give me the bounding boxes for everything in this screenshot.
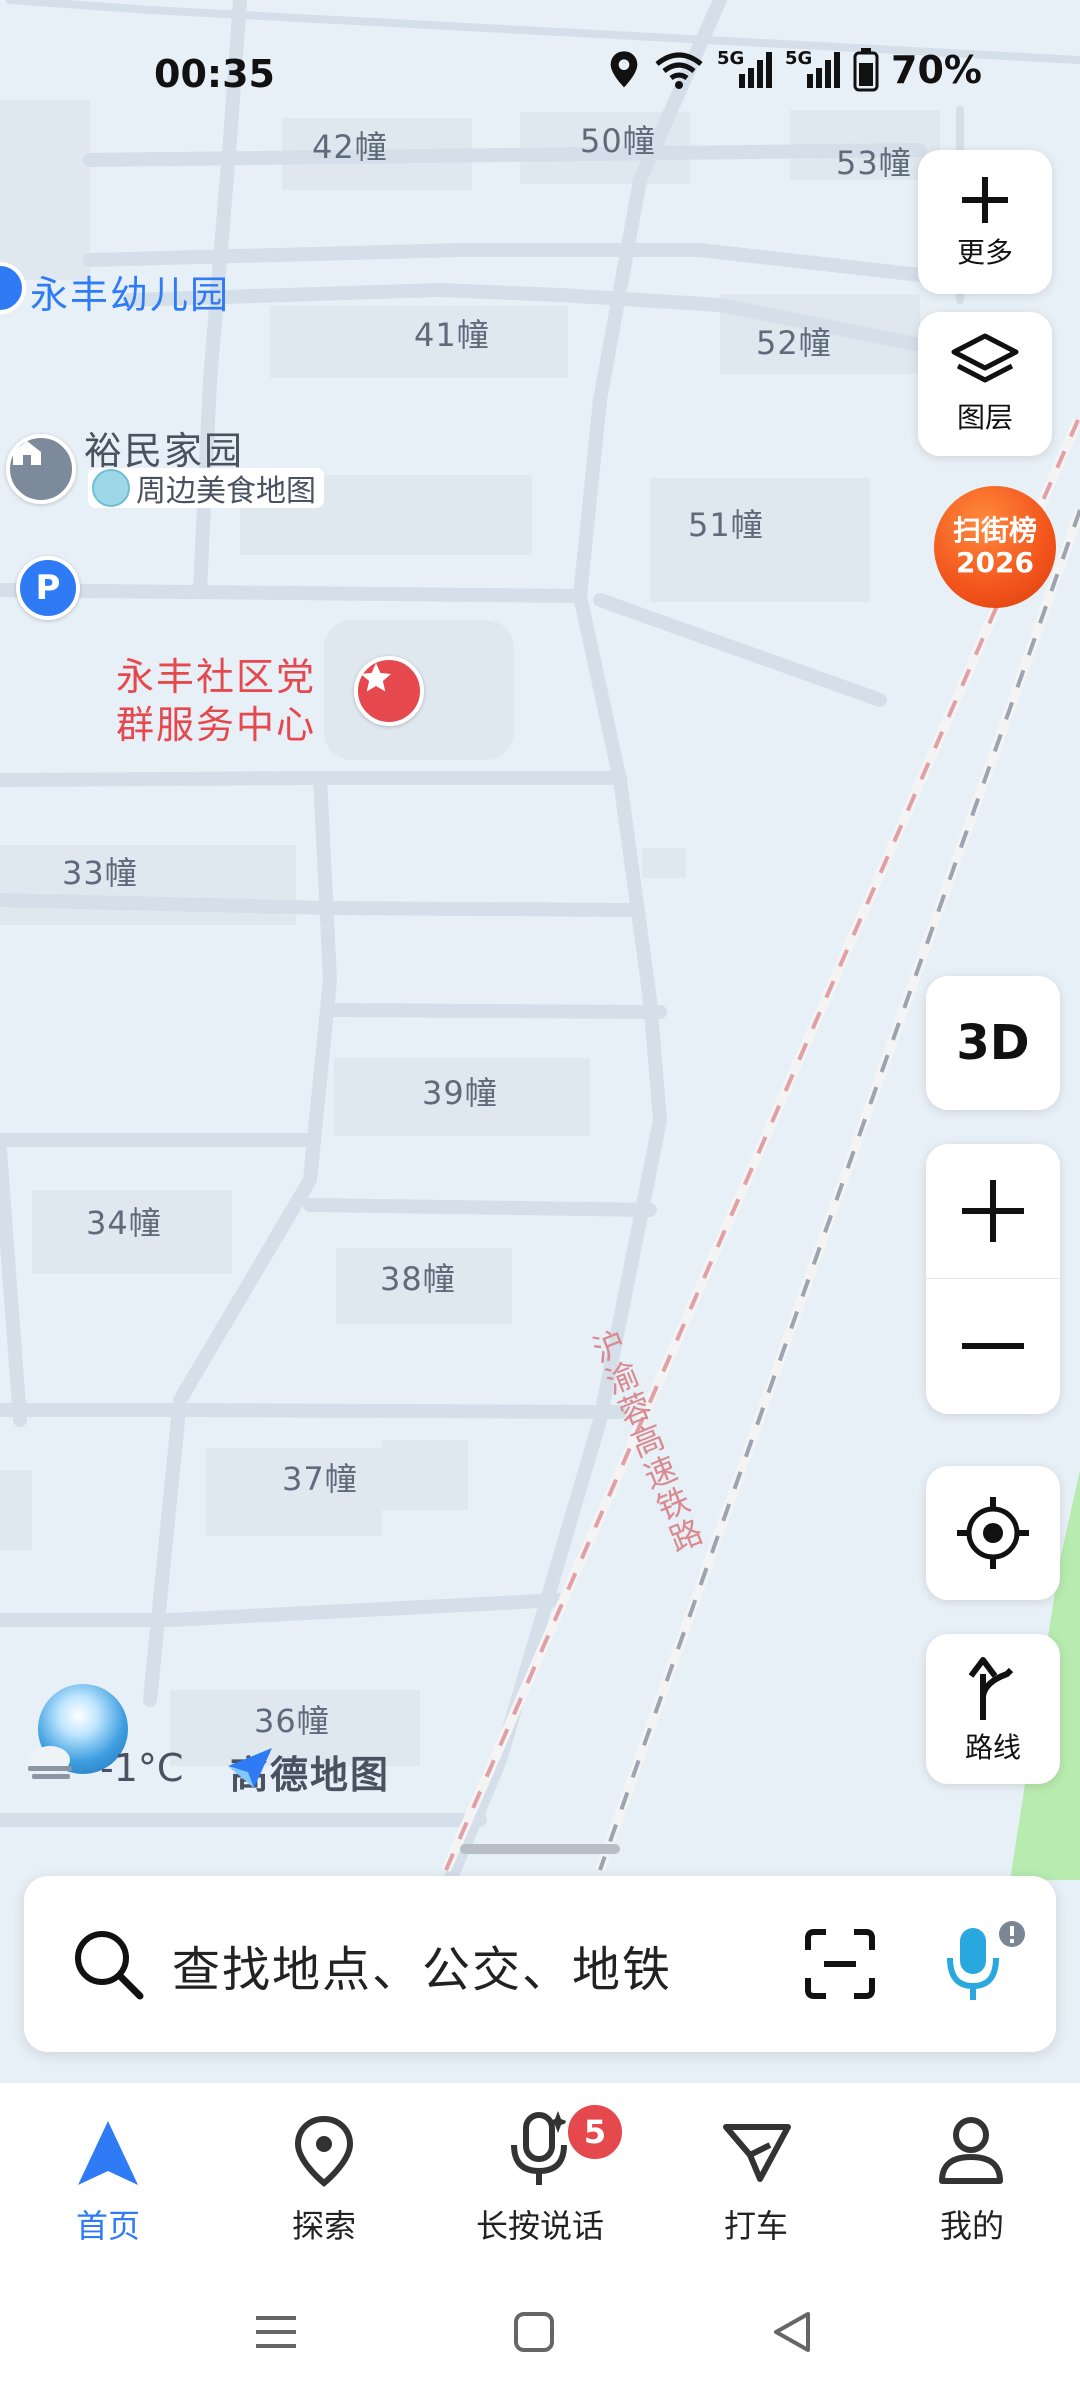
crosshair-icon [957, 1497, 1029, 1569]
system-nav-bar [0, 2260, 1080, 2400]
plus-icon [962, 1180, 1024, 1242]
building-label-37: 37幢 [282, 1460, 358, 1498]
search-bar[interactable]: 查找地点、公交、地铁 [24, 1876, 1056, 2052]
search-input[interactable]: 查找地点、公交、地铁 [172, 1930, 672, 2000]
status-time: 00:35 [154, 52, 275, 96]
microphone-icon [947, 1921, 1025, 2000]
minus-icon [962, 1343, 1024, 1349]
building-label-53: 53幢 [836, 144, 912, 182]
zoom-out-button[interactable] [926, 1279, 1060, 1413]
home-arrow-icon [78, 2121, 138, 2185]
service-center-label-line1[interactable]: 永丰社区党 [116, 646, 316, 701]
user-icon [939, 2117, 1003, 2184]
building-label-34: 34幢 [86, 1204, 162, 1242]
nav-item-explore[interactable]: 探索 [224, 2083, 424, 2261]
building-label-41: 41幢 [414, 316, 490, 354]
location-icon [610, 51, 638, 88]
battery-percent: 70% [891, 48, 982, 92]
cloud-icon [22, 1744, 82, 1782]
3d-label: 3D [956, 1015, 1030, 1071]
signal-icon-2: 5G [785, 48, 841, 90]
map-app: 42幢 50幢 53幢 41幢 52幢 51幢 33幢 39幢 34幢 38幢 … [0, 0, 1080, 2400]
layers-icon [951, 333, 1019, 383]
menu-icon[interactable] [254, 2312, 298, 2352]
service-center-label-line2[interactable]: 群服务中心 [116, 694, 316, 749]
nav-item-taxi[interactable]: 打车 [656, 2083, 856, 2261]
status-bar: 00:35 5G 5G 70% [0, 40, 1080, 110]
kindergarten-poi-label[interactable]: 永丰幼儿园 [30, 264, 230, 319]
signal-icon-1: 5G [717, 48, 773, 90]
nav-label-profile: 我的 [939, 2207, 1004, 2245]
voice-badge-count: 5 [583, 2113, 607, 2151]
service-center-star-icon[interactable] [354, 656, 424, 726]
weather-temp: -1°C [100, 1746, 184, 1790]
status-icons: 5G 5G 70% [607, 48, 982, 92]
nav-item-profile[interactable]: 我的 [872, 2083, 1072, 2261]
battery-icon [853, 48, 879, 92]
more-label: 更多 [956, 236, 1013, 269]
zoom-in-button[interactable] [926, 1144, 1060, 1279]
nav-item-home[interactable]: 首页 [8, 2083, 208, 2261]
route-icon [968, 1657, 1014, 1720]
building-label-50: 50幢 [580, 122, 656, 160]
back-triangle-icon[interactable] [770, 2310, 814, 2354]
amap-logo-icon [228, 1748, 272, 1788]
promo-badge[interactable]: 扫街榜 2026 [934, 486, 1056, 608]
taxi-icon [723, 2124, 791, 2182]
building-label-36: 36幢 [254, 1702, 330, 1740]
promo-text-line2: 2026 [956, 546, 1034, 579]
food-map-tag[interactable]: 周边美食地图 [88, 468, 324, 509]
building-label-39: 39幢 [422, 1074, 498, 1112]
house-icon [13, 441, 41, 465]
building-label-42: 42幢 [312, 128, 388, 166]
voice-search-button[interactable] [932, 1920, 1032, 2010]
scan-icon[interactable] [804, 1928, 876, 2000]
avatar-icon [92, 469, 130, 507]
more-button[interactable]: 更多 [918, 150, 1052, 294]
food-map-label: 周边美食地图 [136, 474, 316, 509]
parking-poi-icon[interactable]: P [16, 556, 80, 620]
building-label-52: 52幢 [756, 324, 832, 362]
wifi-icon [655, 52, 703, 89]
map-canvas[interactable]: 42幢 50幢 53幢 41幢 52幢 51幢 33幢 39幢 34幢 38幢 … [0, 0, 1080, 2090]
microphone-icon [511, 2111, 569, 2185]
route-label: 路线 [964, 1731, 1021, 1764]
brand-logo: 高德地图 [224, 1744, 390, 1799]
locate-button[interactable] [926, 1466, 1060, 1600]
building-label-51: 51幢 [688, 506, 764, 544]
promo-text-line1: 扫街榜 [952, 514, 1037, 547]
route-button[interactable]: 路线 [926, 1634, 1060, 1784]
nav-label-explore: 探索 [291, 2207, 356, 2245]
nav-label-taxi: 打车 [723, 2207, 788, 2245]
building-label-33: 33幢 [62, 854, 138, 892]
railway-label: 沪渝蓉高速铁路 [580, 1324, 708, 1578]
bottom-nav: 首页 探索 5 长按说话 打车 我的 [0, 2082, 1080, 2261]
zoom-control [926, 1144, 1060, 1414]
star-icon [361, 663, 391, 692]
voice-badge: 5 [564, 2101, 626, 2163]
nav-label-voice: 长按说话 [475, 2207, 604, 2245]
layers-label: 图层 [956, 401, 1013, 434]
search-icon [75, 1931, 144, 2000]
parking-letter: P [35, 568, 61, 608]
3d-toggle-button[interactable]: 3D [926, 976, 1060, 1110]
nav-label-home: 首页 [75, 2207, 140, 2245]
layers-button[interactable]: 图层 [918, 312, 1052, 456]
home-square-icon[interactable] [512, 2310, 556, 2354]
plus-icon [962, 177, 1008, 223]
map-pin-icon [294, 2115, 354, 2187]
nav-item-voice[interactable]: 5 长按说话 [440, 2083, 640, 2261]
weather-widget[interactable]: -1°C [22, 1684, 192, 1794]
building-label-38: 38幢 [380, 1260, 456, 1298]
community-poi-icon[interactable] [6, 434, 76, 504]
